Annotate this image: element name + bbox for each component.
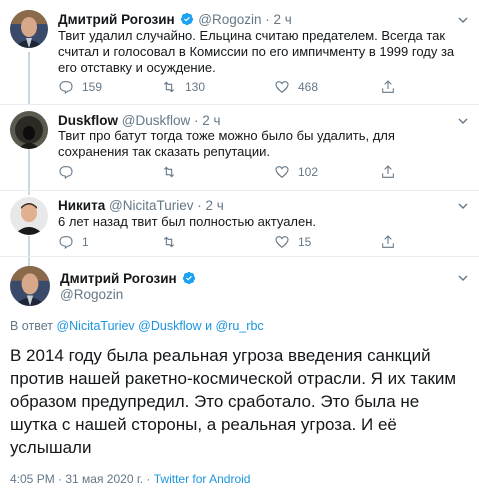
reply-button[interactable] xyxy=(58,164,82,180)
share-icon xyxy=(382,80,394,93)
replying-to: В ответ @NicitaTuriev @Duskflow и @ru_rb… xyxy=(10,319,264,333)
retweet-icon xyxy=(163,236,175,248)
tweet-source-link[interactable]: Twitter for Android xyxy=(154,472,251,486)
timestamp[interactable]: 2 ч xyxy=(206,198,224,213)
avatar[interactable] xyxy=(10,266,50,306)
retweet-icon xyxy=(163,166,175,178)
tweet[interactable]: Дмитрий Рогозин @Rogozin · 2 ч Твит удал… xyxy=(0,0,479,104)
tweet-text: Твит удалил случайно. Ельцина считаю пре… xyxy=(58,28,455,75)
tweet-actions: 102 xyxy=(58,164,458,182)
chevron-down-icon[interactable] xyxy=(457,272,469,284)
retweet-button[interactable] xyxy=(161,164,185,180)
tweet-header: Никита @NicitaTuriev · 2 ч xyxy=(58,198,224,214)
tweet-actions: 1 15 xyxy=(58,234,458,252)
main-tweet-text: В 2014 году была реальная угроза введени… xyxy=(10,346,457,457)
mention-link[interactable]: @NicitaTuriev xyxy=(56,319,134,333)
chevron-down-icon[interactable] xyxy=(457,200,469,212)
display-name[interactable]: Никита xyxy=(58,198,105,213)
divider xyxy=(0,104,479,105)
reply-icon xyxy=(59,236,73,250)
reply-button[interactable]: 159 xyxy=(58,79,102,95)
divider xyxy=(0,190,479,191)
tweet[interactable]: Никита @NicitaTuriev · 2 ч 6 лет назад т… xyxy=(0,190,479,256)
like-count: 468 xyxy=(298,80,319,94)
chevron-down-icon[interactable] xyxy=(457,115,469,127)
separator-dot: · xyxy=(265,12,270,27)
handle[interactable]: @Rogozin xyxy=(60,287,123,302)
tweet-meta: 4:05 PM · 31 мая 2020 г. · Twitter for A… xyxy=(10,472,250,486)
like-icon xyxy=(275,81,289,94)
separator-dot: · xyxy=(194,113,199,128)
replying-prefix: В ответ xyxy=(10,319,53,333)
tweet-text: 6 лет назад твит был полностью актуален. xyxy=(58,214,317,229)
share-icon xyxy=(382,235,394,248)
tweet-actions: 159 130 468 xyxy=(58,79,458,97)
like-count: 102 xyxy=(298,165,319,179)
like-button[interactable]: 468 xyxy=(274,79,318,95)
like-icon xyxy=(275,236,289,249)
timestamp[interactable]: 2 ч xyxy=(274,12,292,27)
tweet[interactable]: Duskflow @Duskflow · 2 ч Твит про батут … xyxy=(0,104,479,190)
reply-count: 159 xyxy=(82,80,103,94)
handle[interactable]: @Rogozin xyxy=(198,12,261,27)
handle[interactable]: @Duskflow xyxy=(122,113,190,128)
display-name[interactable]: Duskflow xyxy=(58,113,118,128)
timestamp[interactable]: 2 ч xyxy=(202,113,220,128)
replying-and[interactable]: и xyxy=(205,319,212,333)
divider xyxy=(0,256,479,257)
retweet-button[interactable] xyxy=(161,234,185,250)
like-button[interactable]: 15 xyxy=(274,234,311,250)
tweet-header: Duskflow @Duskflow · 2 ч xyxy=(58,113,221,129)
like-button[interactable]: 102 xyxy=(274,164,318,180)
retweet-icon xyxy=(163,81,175,93)
handle-line: @Rogozin xyxy=(60,287,123,303)
avatar[interactable] xyxy=(10,197,48,235)
share-button[interactable] xyxy=(380,79,396,95)
handle[interactable]: @NicitaTuriev xyxy=(109,198,193,213)
reply-button[interactable]: 1 xyxy=(58,234,89,250)
reply-icon xyxy=(59,166,73,180)
mention-link[interactable]: @ru_rbc xyxy=(216,319,264,333)
display-name[interactable]: Дмитрий Рогозин xyxy=(60,271,177,286)
verified-badge-icon xyxy=(182,271,196,289)
tweet-text: Твит про батут тогда тоже можно было бы … xyxy=(58,128,395,159)
like-count: 15 xyxy=(298,235,312,249)
share-icon xyxy=(382,165,394,178)
retweet-count: 130 xyxy=(185,80,206,94)
share-button[interactable] xyxy=(380,234,396,250)
separator-dot: · xyxy=(197,198,202,213)
display-name[interactable]: Дмитрий Рогозин xyxy=(58,12,175,27)
tweet-timestamp[interactable]: 4:05 PM · 31 мая 2020 г. · xyxy=(10,472,150,486)
like-icon xyxy=(275,166,289,179)
reply-count: 1 xyxy=(82,235,89,249)
reply-icon xyxy=(59,81,73,95)
mention-link[interactable]: @Duskflow xyxy=(138,319,201,333)
share-button[interactable] xyxy=(380,164,396,180)
retweet-button[interactable]: 130 xyxy=(161,79,205,95)
avatar[interactable] xyxy=(10,10,48,48)
avatar[interactable] xyxy=(10,111,48,149)
chevron-down-icon[interactable] xyxy=(457,14,469,26)
